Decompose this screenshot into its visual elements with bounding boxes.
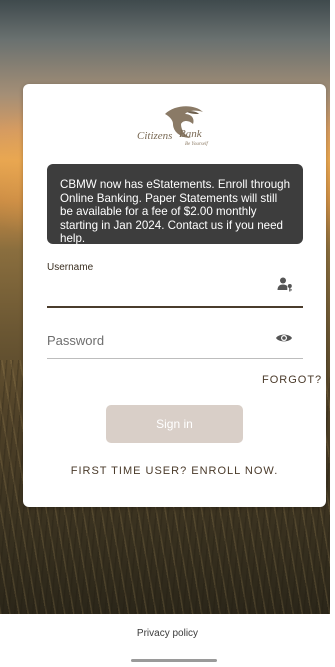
enroll-link[interactable]: FIRST TIME USER? ENROLL NOW. [23,465,326,477]
bank-logo: Citizens Bank Be Yourself [137,104,215,156]
person-key-icon [277,276,293,297]
signin-button[interactable]: Sign in [106,405,243,443]
password-underline [47,358,303,359]
estatements-notice: CBMW now has eStatements. Enroll through… [47,164,303,246]
logo-tagline: Be Yourself [185,142,208,147]
logo-word-citizens: Citizens [137,130,173,142]
eye-icon[interactable] [275,331,293,350]
username-input[interactable] [47,274,267,296]
privacy-policy-link[interactable]: Privacy policy [0,628,335,639]
screen-edge [330,0,335,614]
home-indicator[interactable] [131,659,217,662]
notice-text: CBMW now has eStatements. Enroll through… [60,178,291,246]
login-card: Citizens Bank Be Yourself CBMW now has e… [23,84,326,507]
username-field[interactable]: Username [47,262,303,310]
username-label: Username [47,262,94,273]
username-underline [47,306,303,308]
logo-word-bank: Bank [179,128,202,140]
forgot-link[interactable]: FORGOT? [262,374,322,386]
footer: Privacy policy [0,614,335,667]
password-field[interactable] [47,329,303,361]
password-input[interactable] [47,329,267,351]
